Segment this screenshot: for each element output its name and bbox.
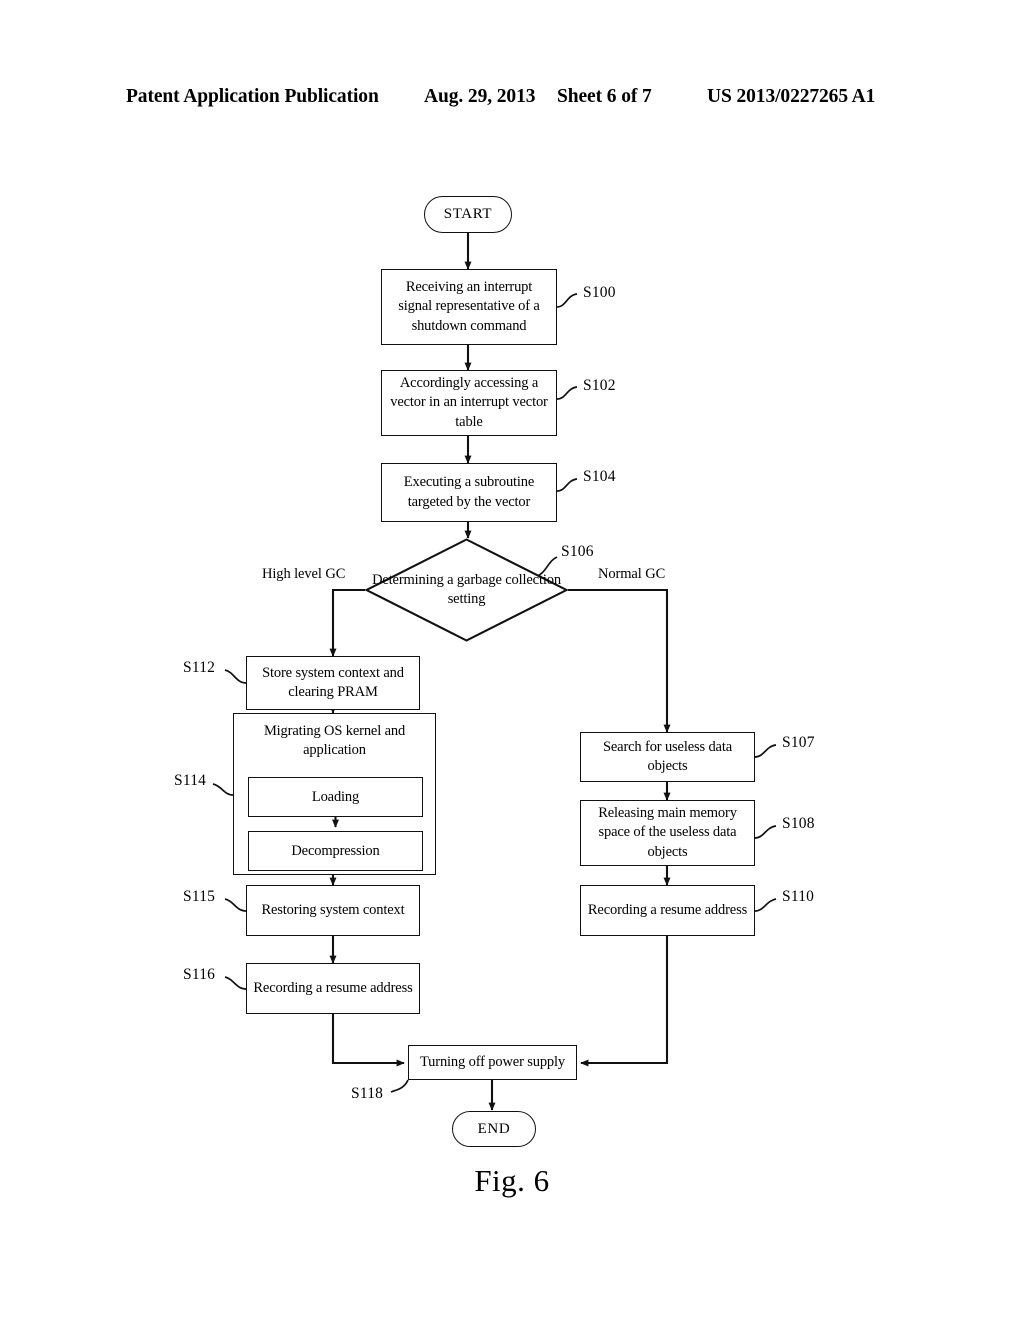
- node-s112: Store system context and clearing PRAM: [246, 656, 420, 710]
- node-s102-label: Accordingly accessing a vector in an int…: [390, 375, 548, 430]
- figure-caption: Fig. 6: [474, 1163, 550, 1198]
- flowchart-diagram: START Receiving an interrupt signal repr…: [0, 0, 1024, 1320]
- step-ref-s104: S104: [583, 468, 616, 485]
- end-label: END: [477, 1120, 511, 1137]
- node-s114-sub-loading-label: Loading: [311, 788, 360, 805]
- step-ref-s106: S106: [561, 543, 594, 560]
- end-terminal: END: [452, 1111, 536, 1147]
- node-s118-label: Turning off power supply: [419, 1053, 566, 1070]
- node-s107-label: Search for useless data objects: [602, 738, 732, 774]
- step-ref-s115: S115: [183, 888, 216, 905]
- step-ref-s102: S102: [583, 377, 616, 394]
- branch-label-high-level-gc: High level GC: [262, 566, 346, 582]
- node-s118: Turning off power supply: [408, 1045, 577, 1080]
- node-s102: Accordingly accessing a vector in an int…: [381, 370, 557, 436]
- branch-label-normal-gc: Normal GC: [598, 566, 666, 582]
- node-s100: Receiving an interrupt signal representa…: [381, 269, 557, 345]
- decision-s106: Determining a garbage collection setting: [364, 538, 569, 642]
- node-s114-sub-decompression: Decompression: [248, 831, 423, 871]
- step-ref-s114: S114: [174, 772, 207, 789]
- node-s108: Releasing main memory space of the usele…: [580, 800, 755, 866]
- node-s114-sub-loading: Loading: [248, 777, 423, 817]
- node-s108-label: Releasing main memory space of the usele…: [598, 805, 737, 860]
- step-ref-s107: S107: [782, 734, 815, 751]
- step-ref-s100: S100: [583, 284, 616, 301]
- node-s114-sub-decompression-label: Decompression: [291, 842, 380, 859]
- start-label: START: [443, 206, 493, 222]
- node-s112-label: Store system context and clearing PRAM: [262, 664, 404, 700]
- node-s115: Restoring system context: [246, 885, 420, 936]
- node-s110: Recording a resume address: [580, 885, 755, 936]
- node-s114-group: Migrating OS kernel and application Load…: [233, 713, 436, 875]
- node-s110-label: Recording a resume address: [587, 901, 748, 918]
- node-s116: Recording a resume address: [246, 963, 420, 1014]
- node-s104-label: Executing a subroutine targeted by the v…: [403, 474, 535, 510]
- node-s107: Search for useless data objects: [580, 732, 755, 782]
- node-s100-label: Receiving an interrupt signal representa…: [398, 279, 540, 334]
- step-ref-s110: S110: [782, 888, 815, 905]
- node-s115-label: Restoring system context: [261, 901, 405, 918]
- step-ref-s116: S116: [183, 966, 216, 983]
- node-s116-label: Recording a resume address: [253, 979, 413, 996]
- step-ref-s108: S108: [782, 815, 815, 832]
- node-s114-label: Migrating OS kernel and application: [263, 723, 406, 759]
- start-terminal: START: [424, 196, 512, 233]
- step-ref-s118: S118: [351, 1085, 384, 1102]
- step-ref-s112: S112: [183, 659, 216, 676]
- node-s104: Executing a subroutine targeted by the v…: [381, 463, 557, 522]
